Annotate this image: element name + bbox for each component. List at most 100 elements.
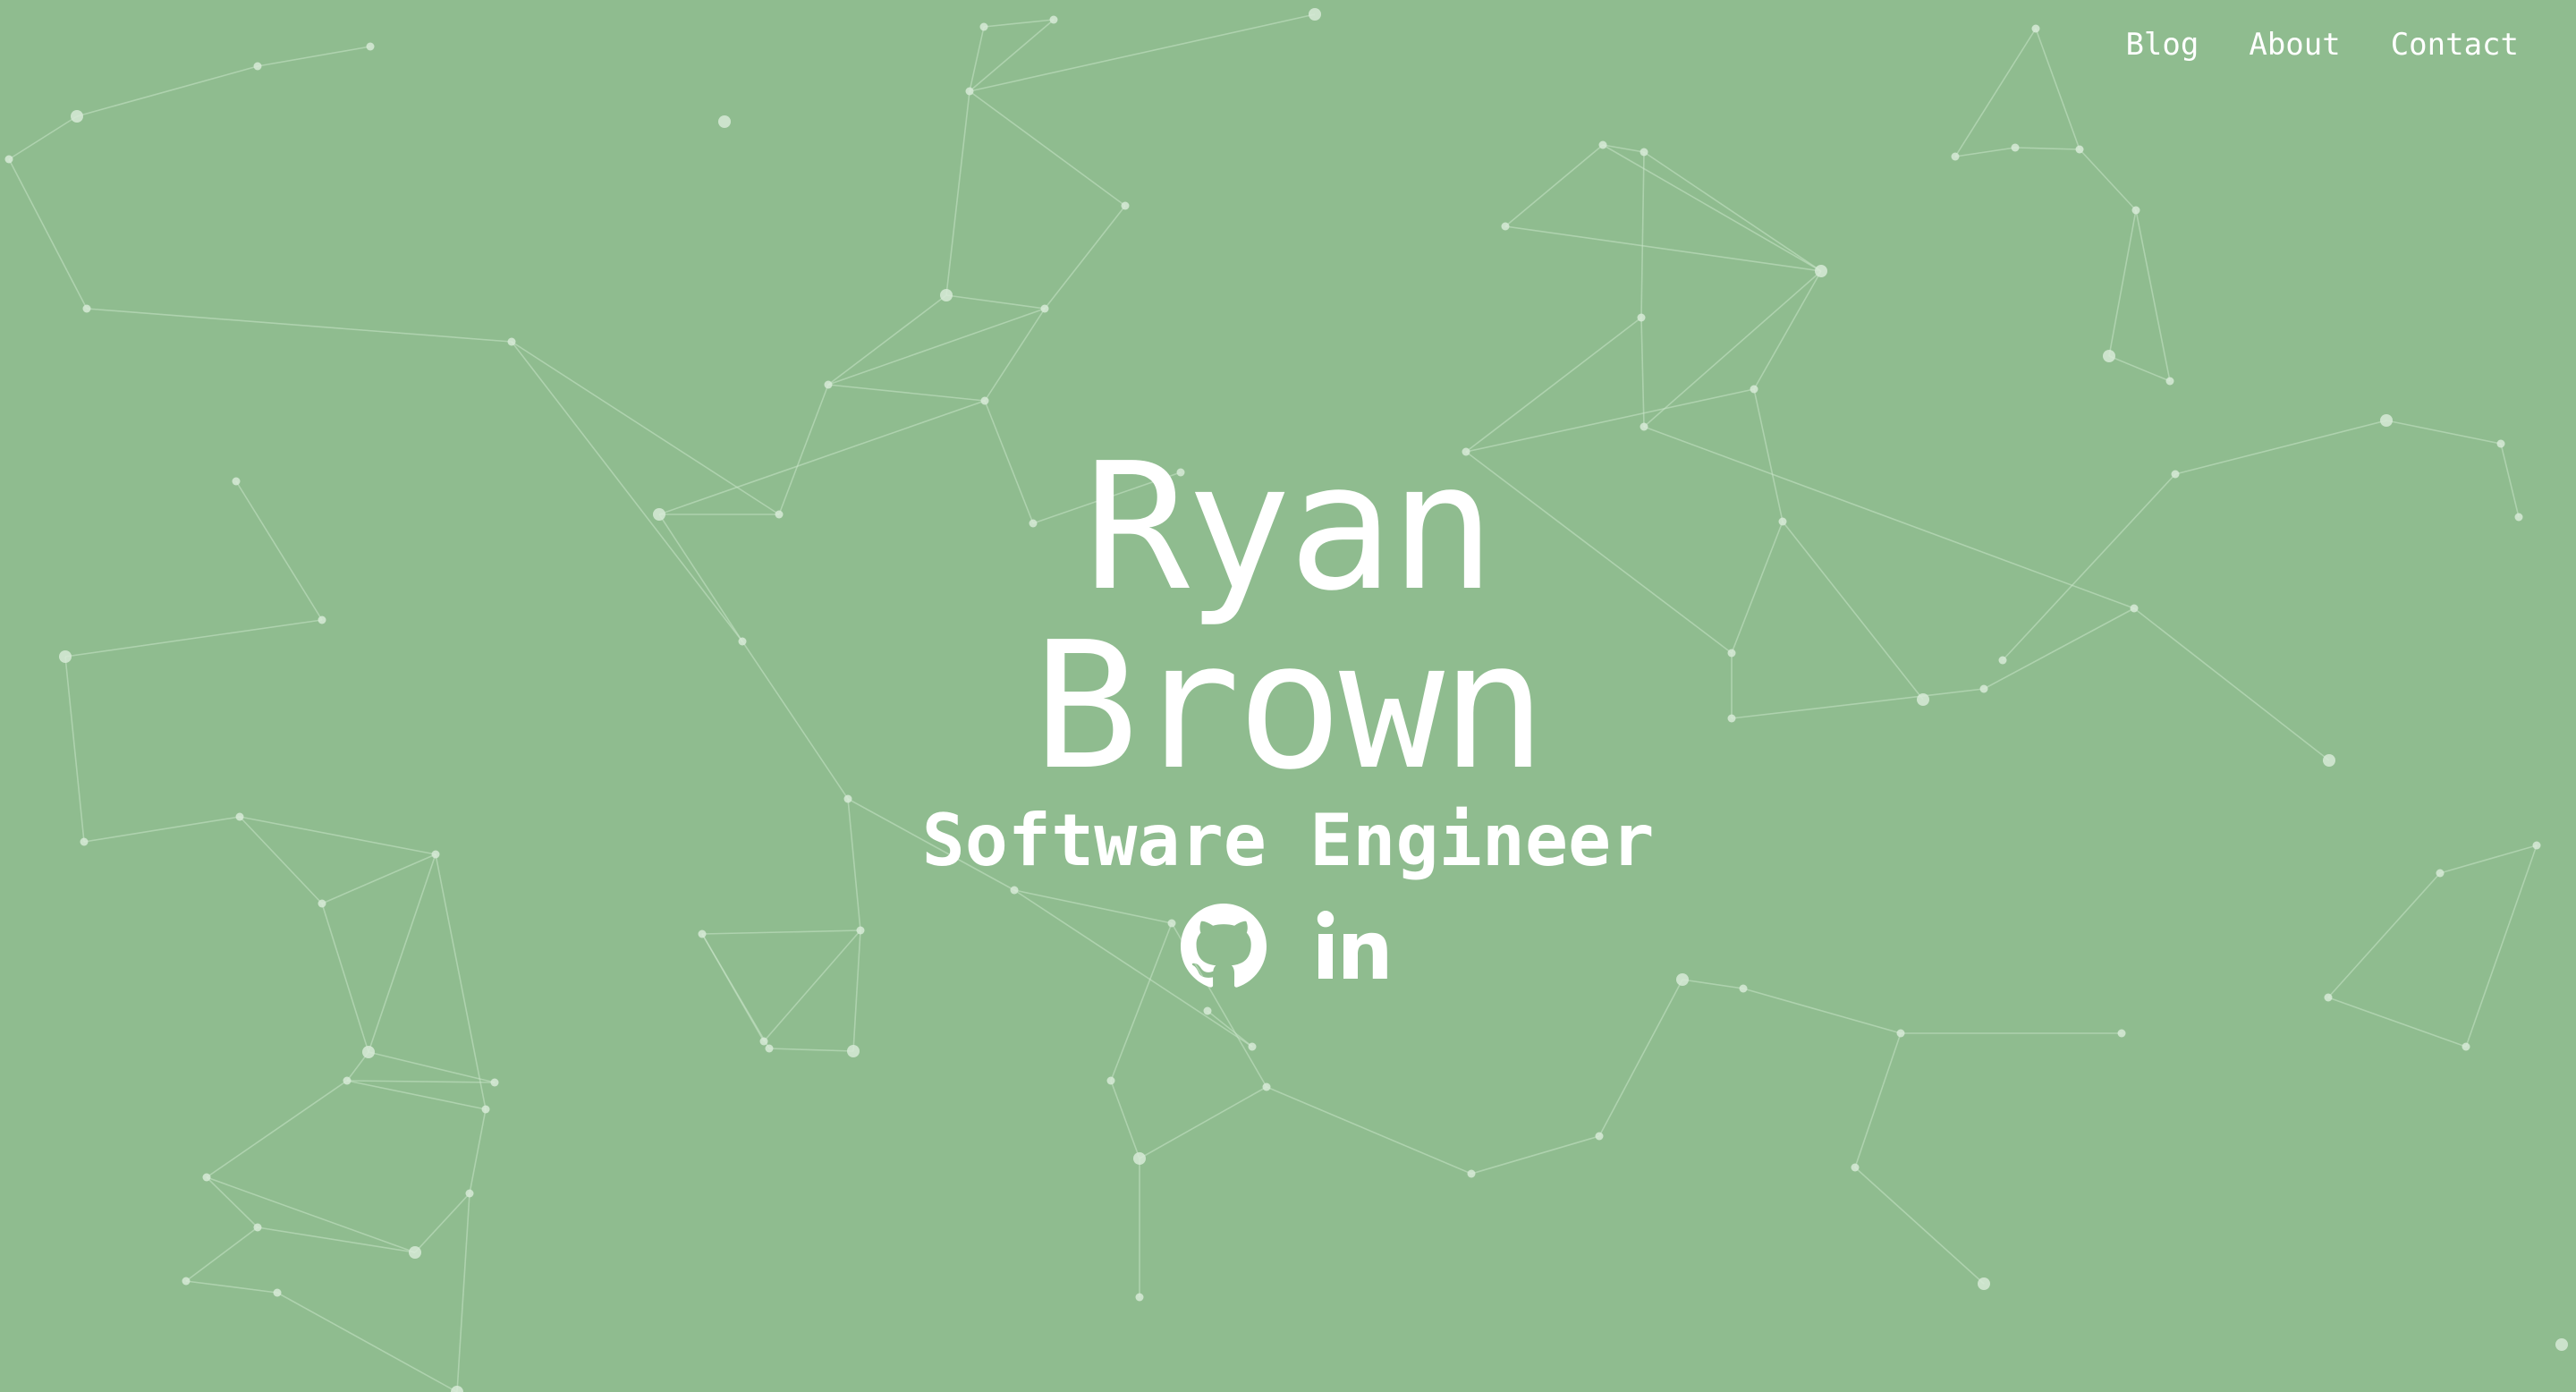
network-node <box>1750 385 1758 394</box>
network-node <box>1851 1163 1860 1172</box>
network-link <box>1854 1032 1902 1168</box>
network-link <box>276 1292 458 1392</box>
network-node <box>182 1277 191 1286</box>
network-node <box>2131 206 2140 215</box>
network-link <box>185 1280 278 1294</box>
network-node <box>1637 313 1646 322</box>
network-link <box>2108 355 2171 382</box>
hero-last-name: Brown <box>1032 605 1546 809</box>
network-node <box>1467 1169 1476 1178</box>
network-node <box>940 289 953 301</box>
network-node <box>343 1076 352 1085</box>
network-link <box>2135 209 2171 382</box>
network-link <box>768 1048 854 1052</box>
network-link <box>827 384 986 402</box>
network-node <box>2011 143 2020 152</box>
network-node <box>2117 1029 2126 1038</box>
hero-job-title: Software Engineer <box>921 799 1655 882</box>
network-link <box>945 90 970 296</box>
network-node <box>1049 15 1058 24</box>
network-node <box>1121 201 1130 210</box>
network-link <box>8 115 78 160</box>
network-link <box>1504 144 1604 227</box>
network-link <box>206 1176 258 1228</box>
network-node <box>2031 24 2040 33</box>
network-link <box>206 1176 416 1253</box>
network-node <box>481 1105 490 1114</box>
linkedin-icon <box>1317 911 1387 979</box>
network-link <box>8 158 88 310</box>
network-link <box>1954 147 2016 157</box>
network-node <box>847 1045 860 1057</box>
nav-blog-link[interactable]: Blog <box>2125 27 2199 63</box>
network-node <box>2380 414 2393 427</box>
network-node <box>1598 140 1607 149</box>
network-link <box>2108 209 2137 357</box>
network-link <box>969 13 1316 92</box>
network-link <box>2327 997 2467 1048</box>
network-link <box>206 1080 348 1178</box>
network-node <box>2555 1338 2568 1351</box>
network-node <box>71 110 83 123</box>
network-node <box>4 155 13 164</box>
network-node <box>2103 350 2115 362</box>
network-node <box>979 22 988 31</box>
network-link <box>469 1108 487 1194</box>
network-node <box>2165 377 2174 386</box>
network-link <box>945 294 1046 310</box>
network-link <box>984 308 1046 402</box>
network-link <box>1602 144 1822 272</box>
network-node <box>202 1173 211 1182</box>
network-link <box>1266 1086 1472 1175</box>
network-node <box>765 1044 774 1053</box>
network-node <box>1978 1277 1990 1290</box>
network-link <box>1643 270 1822 428</box>
network-link <box>1742 988 1902 1034</box>
network-node <box>718 115 731 128</box>
network-node <box>2462 1042 2470 1051</box>
network-node <box>1133 1152 1146 1165</box>
network-link <box>1504 225 1822 272</box>
network-node <box>1640 422 1648 431</box>
hero-section: Ryan Brown Software Engineer <box>0 438 2576 989</box>
network-node <box>507 337 516 346</box>
network-node <box>1309 8 1321 21</box>
hero-first-name: Ryan <box>1083 426 1496 630</box>
network-link <box>257 46 371 67</box>
network-link <box>1598 979 1683 1137</box>
network-node <box>253 62 262 71</box>
network-node <box>253 1223 262 1232</box>
network-node <box>1248 1042 1257 1051</box>
network-node <box>82 304 91 313</box>
linkedin-link[interactable] <box>1309 904 1395 989</box>
network-node <box>1501 222 1510 231</box>
network-node <box>2324 993 2333 1002</box>
network-link <box>1640 317 1645 428</box>
network-link <box>1854 1167 1985 1285</box>
network-link <box>827 294 947 386</box>
network-link <box>2014 147 2080 150</box>
network-node <box>1896 1029 1905 1038</box>
social-links <box>0 904 2576 989</box>
network-node <box>2075 145 2084 154</box>
network-node <box>1135 1293 1144 1302</box>
network-node <box>1640 148 1648 157</box>
network-link <box>414 1193 470 1253</box>
network-node <box>465 1189 474 1198</box>
network-link <box>1139 1086 1267 1159</box>
nav-about-link[interactable]: About <box>2249 27 2340 63</box>
network-node <box>490 1078 499 1087</box>
network-node <box>980 396 989 405</box>
network-node <box>451 1386 463 1392</box>
network-link <box>2035 28 2080 150</box>
network-node <box>1203 1006 1212 1015</box>
nav-contact-link[interactable]: Contact <box>2391 27 2519 63</box>
top-navigation: Blog About Contact <box>2125 27 2519 63</box>
github-link[interactable] <box>1181 904 1267 989</box>
github-icon <box>1181 904 1267 988</box>
network-node <box>965 87 974 96</box>
network-link <box>1044 205 1126 310</box>
network-link <box>1470 1135 1600 1175</box>
network-link <box>456 1193 470 1392</box>
network-node <box>824 380 833 389</box>
